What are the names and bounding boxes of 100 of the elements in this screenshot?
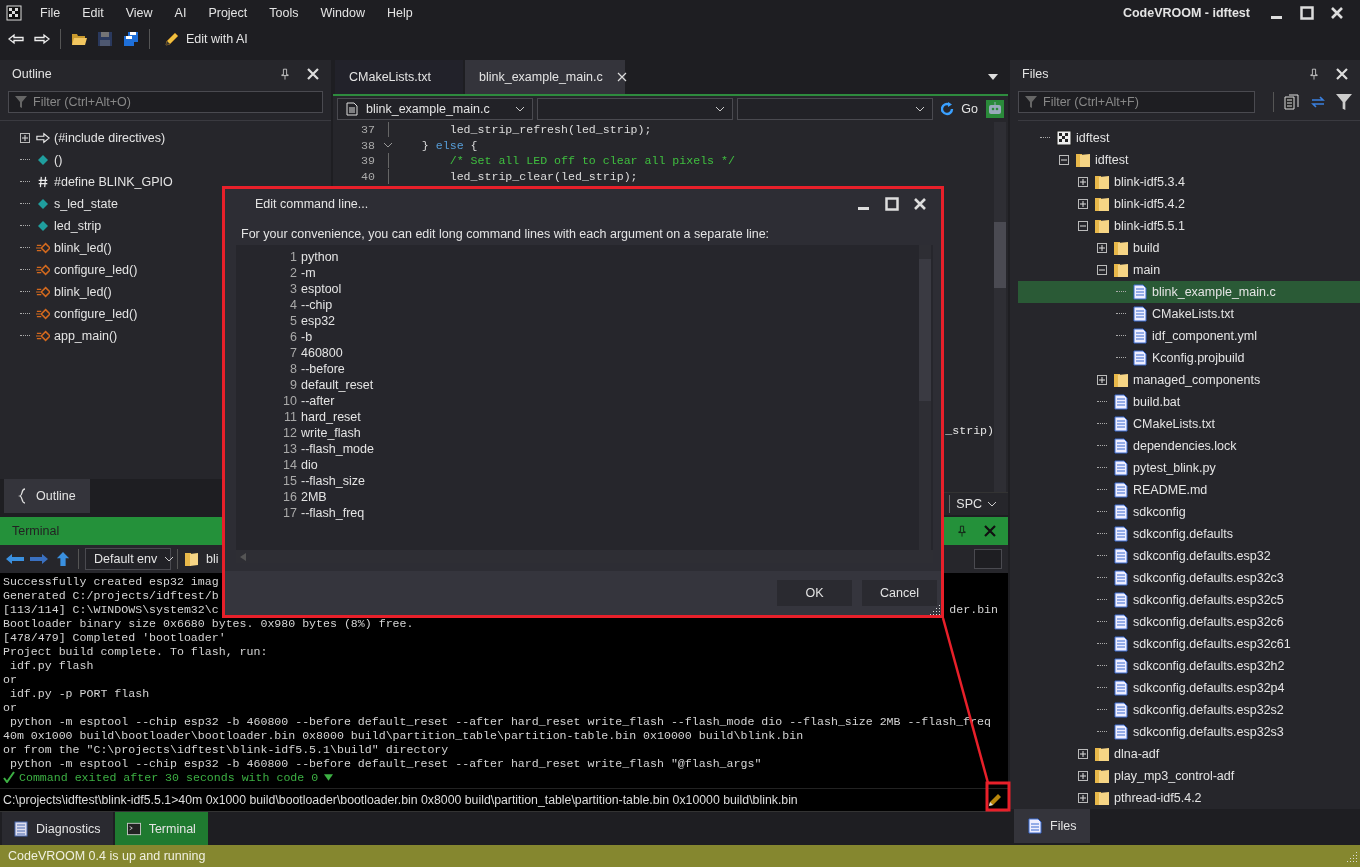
expand-icon[interactable] <box>1078 793 1088 803</box>
outline-item[interactable]: #define BLINK_GPIO <box>54 175 173 189</box>
folder-icon[interactable] <box>184 551 200 567</box>
dialog-button[interactable]: Cancel <box>862 580 937 606</box>
forward-arrow-icon[interactable] <box>34 31 50 47</box>
expand-icon[interactable] <box>1078 199 1088 209</box>
files-tab[interactable]: Files <box>1014 809 1091 843</box>
file-tree-item[interactable]: sdkconfig.defaults.esp32c3 <box>1133 571 1284 585</box>
panel-tab[interactable]: Diagnostics <box>2 812 113 845</box>
copy-icon[interactable] <box>1284 94 1300 110</box>
resize-grip-icon[interactable] <box>1346 850 1358 862</box>
outline-item[interactable]: blink_led() <box>54 241 112 255</box>
file-tree-item[interactable]: CMakeLists.txt <box>1152 307 1234 321</box>
edit-with-ai-button[interactable]: Edit with AI <box>160 31 252 47</box>
editor-tab[interactable]: CMakeLists.txt <box>335 60 463 94</box>
environment-dropdown[interactable]: Default env <box>85 548 171 570</box>
window-title: CodeVROOM - idftest <box>1122 6 1250 20</box>
outline-tab[interactable]: Outline <box>4 479 90 513</box>
panel-tab[interactable]: Terminal <box>114 812 208 845</box>
file-tree-item[interactable]: play_mp3_control-adf <box>1114 769 1235 783</box>
maximize-icon[interactable] <box>1300 6 1314 20</box>
menu-item[interactable]: Project <box>208 6 248 20</box>
chevron-icon <box>165 556 174 562</box>
file-tree-item[interactable]: sdkconfig.defaults.esp32s3 <box>1133 725 1284 739</box>
file-tree-item[interactable]: blink-idf5.5.1 <box>1114 219 1185 233</box>
indent-dropdown[interactable]: SPC <box>949 495 1002 513</box>
collapse-icon[interactable] <box>1078 221 1088 231</box>
outline-item[interactable]: s_led_state <box>54 197 118 211</box>
filter-icon[interactable] <box>1336 94 1352 110</box>
file-tree-item[interactable]: sdkconfig.defaults.esp32s2 <box>1133 703 1284 717</box>
outline-item[interactable]: configure_led() <box>54 263 138 277</box>
file-tree-item[interactable]: blink-idf5.3.4 <box>1114 175 1185 189</box>
menu-item[interactable]: Window <box>320 6 365 20</box>
fold-icon[interactable] <box>384 142 392 148</box>
expand-icon[interactable] <box>1097 243 1107 253</box>
collapse-icon[interactable] <box>1097 265 1107 275</box>
text-editor[interactable]: 1 python 2 -m 3 esptool 4 --chip 5 esp32 6 -b 7 460800 8 --before 9 default_reset 10 --after 11 hard_reset 12 write_flash 13 --flash_mode 14 dio 15 --flash_size 16 2MB 17 --flash_freq <box>236 245 933 563</box>
menu-item[interactable]: AI <box>174 6 187 20</box>
file-tree-item[interactable]: README.md <box>1133 483 1208 497</box>
file-tree-item[interactable]: pytest_blink.py <box>1133 461 1216 475</box>
argument-line: --flash_freq <box>301 506 365 520</box>
scrollbar-thumb[interactable] <box>994 222 1006 288</box>
expand-icon[interactable] <box>1097 375 1107 385</box>
terminal-line: [113/114] C:\WINDOWS\system32\c <box>3 602 219 616</box>
expand-icon[interactable] <box>1078 771 1088 781</box>
outline-item[interactable]: led_strip <box>54 219 102 233</box>
file-tree-item[interactable]: pthread-idf5.4.2 <box>1114 791 1202 805</box>
filter-field[interactable]: Filter (Ctrl+Alt+F) <box>1018 91 1255 113</box>
resize-grip-icon[interactable] <box>929 603 941 615</box>
file-tree-item[interactable]: sdkconfig.defaults.esp32c6 <box>1133 615 1284 629</box>
caret-icon[interactable] <box>988 74 998 80</box>
file-tree-item[interactable]: sdkconfig.defaults <box>1133 527 1234 541</box>
file-tree-item[interactable]: sdkconfig.defaults.esp32c5 <box>1133 593 1284 607</box>
menu-item[interactable]: Edit <box>82 6 104 20</box>
outline-item[interactable]: (#include directives) <box>54 131 166 145</box>
filter-field[interactable]: Filter (Ctrl+Alt+O) <box>8 91 323 113</box>
outline-item[interactable]: configure_led() <box>54 307 138 321</box>
file-tree-item[interactable]: dlna-adf <box>1114 747 1160 761</box>
file-tree-item[interactable]: idftest <box>1095 153 1129 167</box>
file-tree-item[interactable]: sdkconfig <box>1133 505 1186 519</box>
folder-icon <box>1094 790 1110 806</box>
file-tree-item[interactable]: build.bat <box>1133 395 1181 409</box>
file-tree-item[interactable]: Kconfig.projbuild <box>1152 351 1245 365</box>
file-tree-item[interactable]: sdkconfig.defaults.esp32p4 <box>1133 681 1285 695</box>
file-tree-item[interactable]: CMakeLists.txt <box>1133 417 1215 431</box>
save-all-icon[interactable] <box>123 31 139 47</box>
file-tree-item[interactable]: main <box>1133 263 1161 277</box>
file-tree-item[interactable]: idf_component.yml <box>1152 329 1257 343</box>
file-tree-item[interactable]: dependencies.lock <box>1133 439 1237 453</box>
outline-item[interactable]: app_main() <box>54 329 118 343</box>
pencil-icon[interactable] <box>987 792 1003 808</box>
open-folder-icon[interactable] <box>71 31 87 47</box>
menu-item[interactable]: Tools <box>269 6 299 20</box>
sync-arrows-icon[interactable] <box>1310 94 1326 110</box>
file-tree-item[interactable]: sdkconfig.defaults.esp32 <box>1133 549 1271 563</box>
dialog-button[interactable]: OK <box>777 580 852 606</box>
outline-item[interactable]: () <box>54 153 63 167</box>
menu-item[interactable]: View <box>125 6 153 20</box>
file-tree-item[interactable]: idftest <box>1076 131 1110 145</box>
menu-item[interactable]: Help <box>386 6 413 20</box>
file-tree-item[interactable]: blink-idf5.4.2 <box>1114 197 1185 211</box>
input-field[interactable] <box>974 549 1002 569</box>
editor-tab[interactable]: blink_example_main.c <box>465 60 625 94</box>
file-tree-item[interactable]: build <box>1133 241 1160 255</box>
outline-item[interactable]: blink_led() <box>54 285 112 299</box>
back-arrow-icon[interactable] <box>8 31 24 47</box>
expand-icon[interactable] <box>1078 749 1088 759</box>
code-line: led_strip_refresh(led_strip); <box>448 123 652 137</box>
maximize-icon[interactable] <box>885 197 899 211</box>
collapse-icon[interactable] <box>1059 155 1069 165</box>
menu-item[interactable]: File <box>40 6 61 20</box>
file-dropdown[interactable]: blink_example_main.c <box>337 98 534 120</box>
file-tree-item[interactable]: sdkconfig.defaults.esp32c61 <box>1133 637 1291 651</box>
expand-icon[interactable] <box>20 133 30 143</box>
go-button[interactable]: Go <box>937 102 982 116</box>
caret-icon[interactable] <box>324 773 334 781</box>
file-tree-item[interactable]: managed_components <box>1133 373 1261 387</box>
file-tree-item[interactable]: sdkconfig.defaults.esp32h2 <box>1133 659 1285 673</box>
expand-icon[interactable] <box>1078 177 1088 187</box>
pin-icon[interactable] <box>958 525 966 537</box>
